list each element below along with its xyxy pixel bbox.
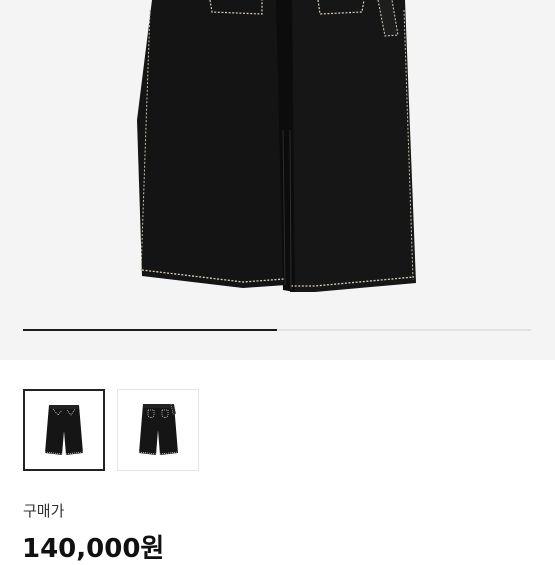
thumbnail-back[interactable]: [117, 389, 199, 471]
price-value: 140,000원: [22, 534, 165, 564]
price-label: 구매가: [23, 502, 65, 520]
jeans-front-thumb-image: [44, 405, 84, 455]
thumbnail-front[interactable]: [23, 389, 105, 471]
gallery-progress-indicator: [23, 329, 277, 331]
product-image-gallery[interactable]: [0, 0, 555, 360]
jeans-back-thumb-image: [138, 403, 179, 455]
gallery-progress-track[interactable]: [23, 329, 531, 331]
black-jeans-image: [137, 0, 416, 292]
